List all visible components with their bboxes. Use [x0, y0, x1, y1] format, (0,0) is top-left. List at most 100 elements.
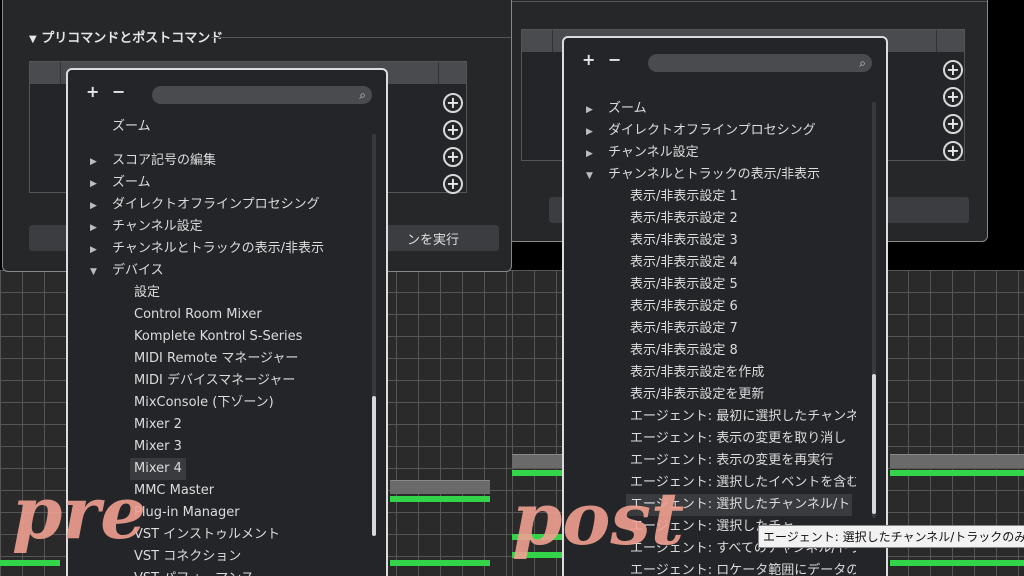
table-col	[438, 62, 439, 84]
item-label: ズーム	[608, 101, 647, 116]
item-label: ズーム	[112, 119, 151, 134]
category-item[interactable]: ▼ デバイス	[90, 260, 164, 282]
add-icon[interactable]: +	[582, 50, 595, 69]
category-item[interactable]: ▶ ダイレクトオフラインプロセシング	[586, 120, 816, 142]
item-label: MIDI Remote マネージャー	[134, 351, 299, 366]
command-item[interactable]: エージェント: 表示の変更を取り消し	[630, 428, 846, 450]
command-item[interactable]: VST インストゥルメント	[134, 524, 280, 546]
item-label: 表示/非表示設定 7	[630, 321, 738, 336]
search-input[interactable]: ⌕	[152, 86, 372, 104]
command-item[interactable]: エージェント: 最初に選択したチャンネルと接続	[630, 406, 856, 428]
item-label: 表示/非表示設定 1	[630, 189, 738, 204]
add-circle-icon[interactable]: +	[443, 120, 463, 140]
add-circle-icon[interactable]: +	[443, 93, 463, 113]
item-label: 表示/非表示設定を更新	[630, 387, 765, 402]
add-circle-icon[interactable]: +	[943, 60, 963, 80]
search-icon: ⌕	[859, 56, 866, 70]
triangle-right-icon: ▶	[90, 245, 97, 255]
remove-icon[interactable]: −	[608, 50, 621, 69]
item-label: 表示/非表示設定 2	[630, 211, 738, 226]
category-item[interactable]: ▼ チャンネルとトラックの表示/非表示	[586, 164, 820, 186]
category-item[interactable]: ▶ ズーム	[90, 172, 151, 194]
command-item[interactable]: Mixer 2	[134, 414, 182, 436]
item-label: チャンネル設定	[608, 145, 699, 160]
post-panel: + + + + + − ⌕ ▶ ズーム ▶ ダイレクトオフラインプロセシング ▶ チャンネ…	[512, 0, 1024, 576]
command-item[interactable]: 表示/非表示設定 2	[630, 208, 738, 230]
item-label: Mixer 2	[134, 417, 182, 432]
command-item[interactable]: MixConsole (下ゾーン)	[134, 392, 274, 414]
triangle-down-icon: ▼	[29, 34, 37, 45]
partial-item[interactable]: ズーム	[90, 116, 151, 138]
add-circle-icon[interactable]: +	[943, 141, 963, 161]
table-col	[552, 30, 553, 52]
item-label: MixConsole (下ゾーン)	[134, 395, 274, 410]
item-label: Komplete Kontrol S-Series	[134, 329, 303, 344]
item-label: 表示/非表示設定 4	[630, 255, 738, 270]
item-label: 表示/非表示設定を作成	[630, 365, 765, 380]
category-item[interactable]: ▶ チャンネル設定	[586, 142, 699, 164]
pre-watermark: pre	[12, 470, 147, 555]
command-item[interactable]: 表示/非表示設定 1	[630, 186, 738, 208]
add-circle-icon[interactable]: +	[443, 147, 463, 167]
event-bar	[390, 496, 490, 502]
command-item[interactable]: エージェント: 表示の変更を再実行	[630, 450, 833, 472]
command-item[interactable]: 表示/非表示設定 4	[630, 252, 738, 274]
command-item[interactable]: 表示/非表示設定を作成	[630, 362, 764, 384]
category-item[interactable]: ▶ ズーム	[586, 98, 647, 120]
category-item[interactable]: ▶ ダイレクトオフラインプロセシング	[90, 194, 320, 216]
command-item[interactable]: VST パフォーマンス	[134, 568, 254, 576]
item-label: Control Room Mixer	[134, 307, 262, 322]
section-title: プリコマンドとポストコマンド	[41, 31, 224, 46]
item-label: VST パフォーマンス	[134, 571, 254, 576]
command-item[interactable]: Komplete Kontrol S-Series	[134, 326, 302, 348]
item-label: Mixer 3	[134, 439, 182, 454]
scrollbar-thumb[interactable]	[372, 396, 376, 536]
table-col	[936, 30, 937, 52]
search-input[interactable]: ⌕	[648, 54, 872, 72]
command-item[interactable]: Mixer 3	[134, 436, 182, 458]
item-label: 設定	[134, 285, 161, 300]
track-lane	[512, 454, 562, 468]
command-item[interactable]: 表示/非表示設定 8	[630, 340, 738, 362]
command-item[interactable]: 設定	[134, 282, 160, 304]
item-label: VST インストゥルメント	[134, 527, 280, 542]
item-label: 表示/非表示設定 3	[630, 233, 738, 248]
command-item[interactable]: Plug-in Manager	[134, 502, 240, 524]
divider	[512, 1, 987, 2]
triangle-right-icon: ▶	[90, 223, 97, 233]
remove-icon[interactable]: −	[112, 82, 125, 101]
item-label: 表示/非表示設定 8	[630, 343, 738, 358]
category-item[interactable]: ▶ チャンネル設定	[90, 216, 203, 238]
add-circle-icon[interactable]: +	[943, 87, 963, 107]
command-item[interactable]: 表示/非表示設定を更新	[630, 384, 764, 406]
item-label: スコア記号の編集	[112, 153, 217, 168]
track-lane	[890, 454, 1024, 468]
triangle-right-icon: ▶	[90, 157, 97, 167]
section-header[interactable]: ▼ プリコマンドとポストコマンド	[29, 27, 223, 46]
command-item[interactable]: Control Room Mixer	[134, 304, 262, 326]
item-label: ダイレクトオフラインプロセシング	[112, 197, 320, 212]
triangle-right-icon: ▶	[90, 201, 97, 211]
command-item[interactable]: 表示/非表示設定 7	[630, 318, 738, 340]
command-item[interactable]: VST コネクション	[134, 546, 241, 568]
scrollbar[interactable]	[872, 102, 876, 518]
command-item[interactable]: 表示/非表示設定 3	[630, 230, 738, 252]
command-item[interactable]: エージェント: ロケータ範囲にデータのあるチ	[630, 560, 856, 576]
pre-panel: ▼ プリコマンドとポストコマンド + + + + ンを実行 + − ⌕ ズーム ▶…	[0, 0, 512, 576]
command-item[interactable]: MIDI Remote マネージャー	[134, 348, 298, 370]
command-item[interactable]: 表示/非表示設定 6	[630, 296, 738, 318]
category-item[interactable]: ▶ チャンネルとトラックの表示/非表示	[90, 238, 324, 260]
scrollbar[interactable]	[372, 134, 376, 536]
add-circle-icon[interactable]: +	[943, 114, 963, 134]
add-circle-icon[interactable]: +	[443, 174, 463, 194]
scrollbar-thumb[interactable]	[872, 374, 876, 514]
command-item[interactable]: MIDI デバイスマネージャー	[134, 370, 295, 392]
divider	[211, 37, 511, 38]
item-label: チャンネルとトラックの表示/非表示	[112, 241, 324, 256]
event-bar	[890, 470, 1024, 476]
add-icon[interactable]: +	[86, 82, 99, 101]
command-item[interactable]: 表示/非表示設定 5	[630, 274, 738, 296]
item-label: チャンネルとトラックの表示/非表示	[608, 167, 820, 182]
tooltip: エージェント: 選択したチャンネル/トラックのみを表示	[758, 525, 1024, 548]
category-item[interactable]: ▶ スコア記号の編集	[90, 150, 216, 172]
